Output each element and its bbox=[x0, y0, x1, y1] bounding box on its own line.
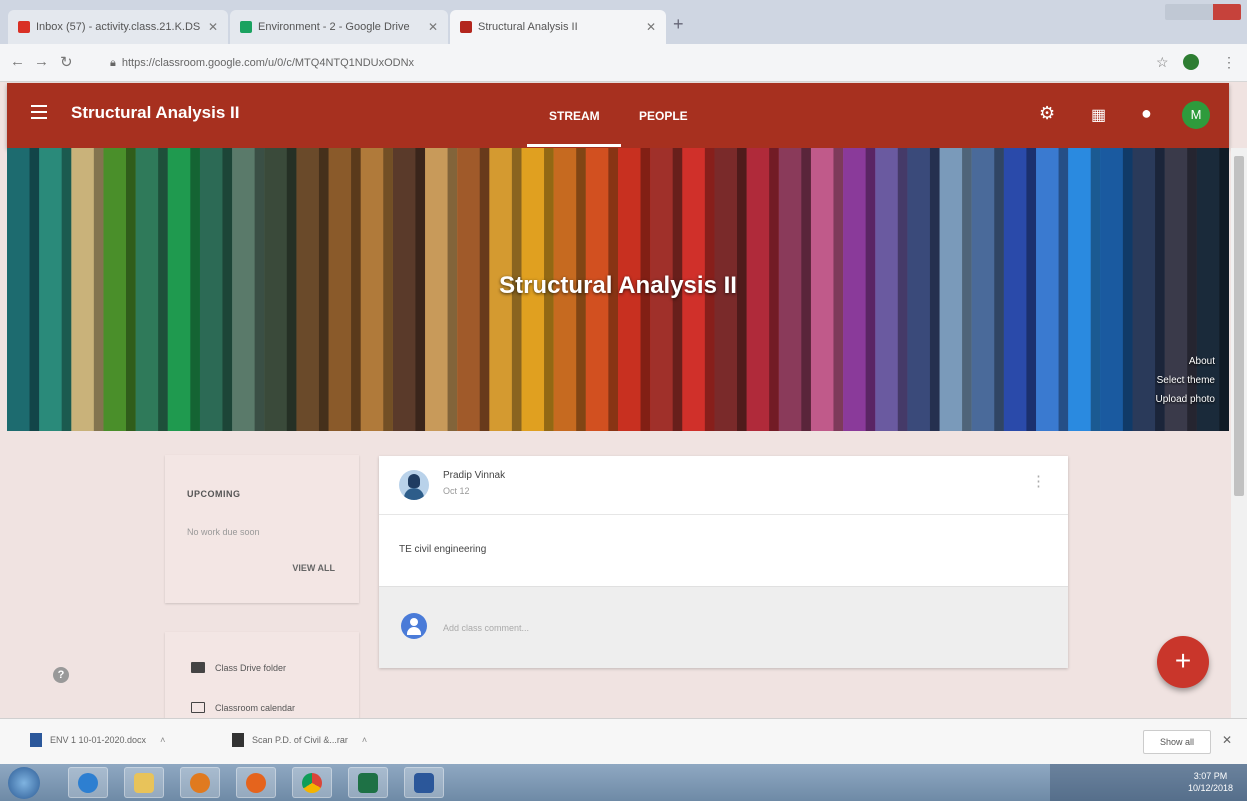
banner-links: About Select theme Upload photo bbox=[1156, 352, 1216, 409]
classroom-calendar-link[interactable]: Classroom calendar bbox=[191, 702, 295, 713]
folder-icon bbox=[191, 662, 205, 673]
file-explorer-icon[interactable] bbox=[124, 767, 164, 798]
post-author: Pradip Vinnak bbox=[443, 470, 506, 481]
chrome-icon[interactable] bbox=[292, 767, 332, 798]
apps-grid-icon[interactable]: ▦ bbox=[1091, 105, 1106, 125]
close-icon[interactable]: ✕ bbox=[1222, 733, 1232, 747]
download-name: Scan P.D. of Civil &...rar bbox=[252, 735, 348, 745]
about-link[interactable]: About bbox=[1156, 352, 1215, 371]
start-button[interactable] bbox=[8, 767, 40, 799]
post-date: Oct 12 bbox=[443, 486, 470, 496]
window-close-button[interactable] bbox=[1213, 4, 1241, 20]
system-tray: 3:07 PM 10/12/2018 bbox=[1050, 764, 1247, 801]
chevron-up-icon[interactable]: ˄ bbox=[362, 735, 367, 745]
author-avatar bbox=[399, 470, 429, 500]
word-icon[interactable] bbox=[404, 767, 444, 798]
upcoming-card: UPCOMING No work due soon VIEW ALL bbox=[165, 455, 359, 603]
gmail-icon bbox=[18, 21, 30, 33]
active-tab-indicator bbox=[527, 144, 621, 147]
classroom-icon bbox=[460, 21, 472, 33]
create-post-button[interactable]: + bbox=[1157, 636, 1209, 688]
class-drive-folder-label: Class Drive folder bbox=[215, 662, 287, 673]
class-banner: Structural Analysis II About Select them… bbox=[7, 148, 1229, 431]
lock-icon: 🔒︎ bbox=[110, 56, 116, 69]
firefox-icon[interactable] bbox=[236, 767, 276, 798]
browser-tab-inbox[interactable]: Inbox (57) - activity.class.21.K.DS.2020… bbox=[8, 10, 228, 44]
back-icon[interactable]: ← bbox=[10, 53, 25, 70]
hamburger-icon[interactable] bbox=[31, 105, 47, 119]
tab-people[interactable]: PEOPLE bbox=[639, 109, 688, 123]
show-all-button[interactable]: Show all bbox=[1143, 730, 1211, 754]
forward-icon[interactable]: → bbox=[34, 53, 49, 70]
drive-icon bbox=[240, 21, 252, 33]
clock-date: 10/12/2018 bbox=[1187, 783, 1233, 793]
browser-tab-drive[interactable]: Environment - 2 - Google Drive ✕ bbox=[230, 10, 448, 44]
browser-menu-icon[interactable]: ⋮ bbox=[1222, 54, 1236, 71]
class-comment-input[interactable]: Add class comment... bbox=[443, 623, 529, 633]
download-item[interactable]: Scan P.D. of Civil &...rar ˄ bbox=[232, 733, 367, 747]
close-icon[interactable]: ✕ bbox=[646, 20, 656, 34]
window-controls[interactable] bbox=[1165, 4, 1241, 20]
word-file-icon bbox=[30, 733, 42, 747]
reload-icon[interactable]: ↻ bbox=[60, 53, 73, 71]
class-resources-card: Class Drive folder Classroom calendar bbox=[165, 632, 359, 722]
new-tab-button[interactable]: + bbox=[673, 14, 684, 35]
account-avatar[interactable]: M bbox=[1182, 101, 1210, 129]
clock[interactable]: 3:07 PM 10/12/2018 bbox=[1188, 770, 1233, 794]
extension-icon[interactable] bbox=[1183, 54, 1199, 70]
clock-time: 3:07 PM bbox=[1193, 771, 1228, 781]
excel-icon[interactable] bbox=[348, 767, 388, 798]
close-icon[interactable]: ✕ bbox=[208, 20, 218, 34]
upcoming-empty-text: No work due soon bbox=[187, 527, 260, 537]
comment-area: Add class comment... bbox=[379, 586, 1068, 668]
view-all-link[interactable]: VIEW ALL bbox=[292, 563, 335, 573]
download-name: ENV 1 10-01-2020.docx bbox=[50, 735, 147, 745]
address-bar: ← → ↻ 🔒︎ https://classroom.google.com/u/… bbox=[0, 44, 1247, 82]
divider bbox=[379, 514, 1068, 515]
browser-tab-label: Structural Analysis II bbox=[478, 21, 578, 33]
more-options-icon[interactable]: ⋮ bbox=[1031, 472, 1046, 490]
chevron-up-icon[interactable]: ˄ bbox=[160, 735, 165, 745]
calendar-icon bbox=[191, 702, 205, 713]
windows-taskbar: 3:07 PM 10/12/2018 bbox=[0, 764, 1247, 801]
upcoming-heading: UPCOMING bbox=[187, 489, 241, 499]
browser-tab-classroom[interactable]: Structural Analysis II ✕ bbox=[450, 10, 666, 44]
notifications-icon[interactable]: ● bbox=[1141, 103, 1152, 124]
download-item[interactable]: ENV 1 10-01-2020.docx ˄ bbox=[30, 733, 165, 747]
browser-tab-label: Environment - 2 - Google Drive bbox=[258, 21, 410, 33]
url-field[interactable]: 🔒︎ https://classroom.google.com/u/0/c/MT… bbox=[110, 51, 1130, 75]
download-bar: ENV 1 10-01-2020.docx ˄ Scan P.D. of Civ… bbox=[0, 718, 1247, 764]
internet-explorer-icon[interactable] bbox=[68, 767, 108, 798]
browser-tab-label: Inbox (57) - activity.class.21.K.DS.2020 bbox=[36, 21, 200, 33]
class-header: Structural Analysis II STREAM PEOPLE ⚙ ▦… bbox=[7, 83, 1229, 148]
classroom-calendar-label: Classroom calendar bbox=[215, 702, 296, 713]
user-avatar-icon bbox=[401, 613, 427, 639]
help-icon[interactable]: ? bbox=[53, 667, 69, 683]
select-theme-link[interactable]: Select theme bbox=[1156, 371, 1215, 390]
browser-tab-strip: Inbox (57) - activity.class.21.K.DS.2020… bbox=[0, 0, 1247, 44]
scrollbar-thumb[interactable] bbox=[1234, 156, 1244, 496]
class-title[interactable]: Structural Analysis II bbox=[71, 103, 239, 123]
url-text: https://classroom.google.com/u/0/c/MTQ4N… bbox=[121, 57, 415, 69]
close-icon[interactable]: ✕ bbox=[428, 20, 438, 34]
post-body: TE civil engineering bbox=[399, 544, 487, 555]
media-player-icon[interactable] bbox=[180, 767, 220, 798]
upload-photo-link[interactable]: Upload photo bbox=[1156, 390, 1216, 409]
tab-stream[interactable]: STREAM bbox=[549, 109, 600, 123]
bookmark-star-icon[interactable]: ☆ bbox=[1156, 54, 1169, 71]
file-icon bbox=[232, 733, 244, 747]
class-drive-folder-link[interactable]: Class Drive folder bbox=[191, 662, 286, 673]
banner-title: Structural Analysis II bbox=[499, 272, 737, 299]
stream-post: Pradip Vinnak Oct 12 ⋮ TE civil engineer… bbox=[379, 456, 1068, 668]
gear-icon[interactable]: ⚙ bbox=[1039, 103, 1055, 124]
